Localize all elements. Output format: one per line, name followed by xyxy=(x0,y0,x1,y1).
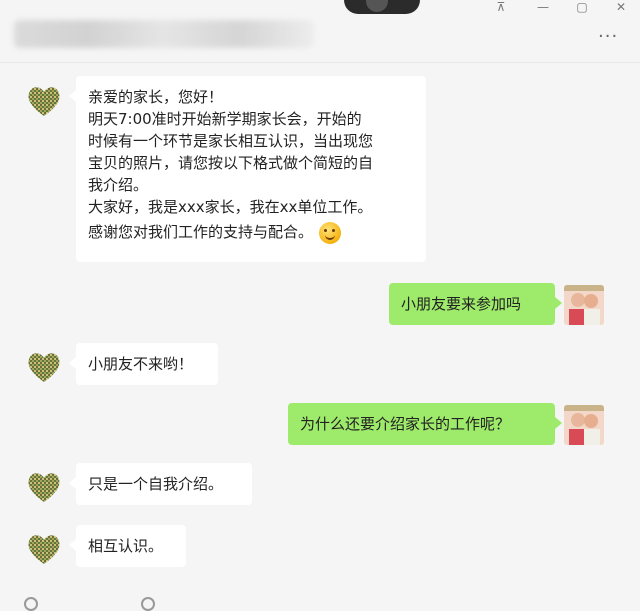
message-text: 为什么还要介绍家长的工作呢？ xyxy=(300,415,511,433)
message-line: 我介绍。 xyxy=(88,176,149,194)
message-line: 大家好，我是xxx家长，我在xx单位工作。 xyxy=(88,198,373,216)
chat-header: ⊼ — ▢ ✕ ··· xyxy=(0,0,640,63)
input-toolbar xyxy=(0,596,640,605)
sender-avatar[interactable] xyxy=(24,346,64,386)
my-avatar[interactable] xyxy=(564,405,604,445)
message-bubble-incoming[interactable]: 只是一个自我介绍。 xyxy=(69,463,252,505)
maximize-icon[interactable]: ▢ xyxy=(573,0,591,14)
more-options-icon[interactable]: ··· xyxy=(598,28,624,46)
message-bubble-outgoing[interactable]: 小朋友要来参加吗 xyxy=(389,283,562,325)
message-line: 感谢您对我们工作的支持与配合。 xyxy=(88,223,314,241)
message-text: 小朋友不来哟！ xyxy=(88,355,194,373)
photo-avatar-icon xyxy=(564,405,604,445)
my-avatar[interactable] xyxy=(564,285,604,325)
message-bubble-incoming[interactable]: 亲爱的家长，您好！ 明天7:00准时开始新学期家长会，开始的 时候有一个环节是家… xyxy=(69,76,426,262)
message-line: 明天7:00准时开始新学期家长会，开始的 xyxy=(88,110,362,128)
message-text: 相互认识。 xyxy=(88,537,164,555)
screenshot-icon[interactable] xyxy=(141,597,155,611)
sender-avatar[interactable] xyxy=(24,528,64,568)
heart-mosaic-avatar-icon xyxy=(28,353,60,382)
pin-icon[interactable]: ⊼ xyxy=(492,0,510,14)
message-line: 宝贝的照片，请您按以下格式做个简短的自 xyxy=(88,154,374,172)
minimize-icon[interactable]: — xyxy=(534,0,552,14)
message-text: 小朋友要来参加吗 xyxy=(401,295,522,313)
close-icon[interactable]: ✕ xyxy=(612,0,630,14)
message-line: 亲爱的家长，您好！ xyxy=(88,88,224,106)
sender-avatar[interactable] xyxy=(24,80,64,120)
heart-mosaic-avatar-icon xyxy=(28,473,60,502)
smile-emoji-icon xyxy=(319,221,342,244)
message-bubble-outgoing[interactable]: 为什么还要介绍家长的工作呢？ xyxy=(288,403,562,445)
sender-avatar[interactable] xyxy=(24,466,64,506)
message-bubble-incoming[interactable]: 相互认识。 xyxy=(69,525,186,567)
emoji-icon[interactable] xyxy=(24,597,38,611)
heart-mosaic-avatar-icon xyxy=(28,87,60,116)
message-text: 只是一个自我介绍。 xyxy=(88,475,224,493)
photo-avatar-icon xyxy=(564,285,604,325)
message-bubble-incoming[interactable]: 小朋友不来哟！ xyxy=(69,343,218,385)
message-line: 时候有一个环节是家长相互认识，当出现您 xyxy=(88,132,374,150)
blurred-chat-title xyxy=(14,20,314,48)
heart-mosaic-avatar-icon xyxy=(28,535,60,564)
